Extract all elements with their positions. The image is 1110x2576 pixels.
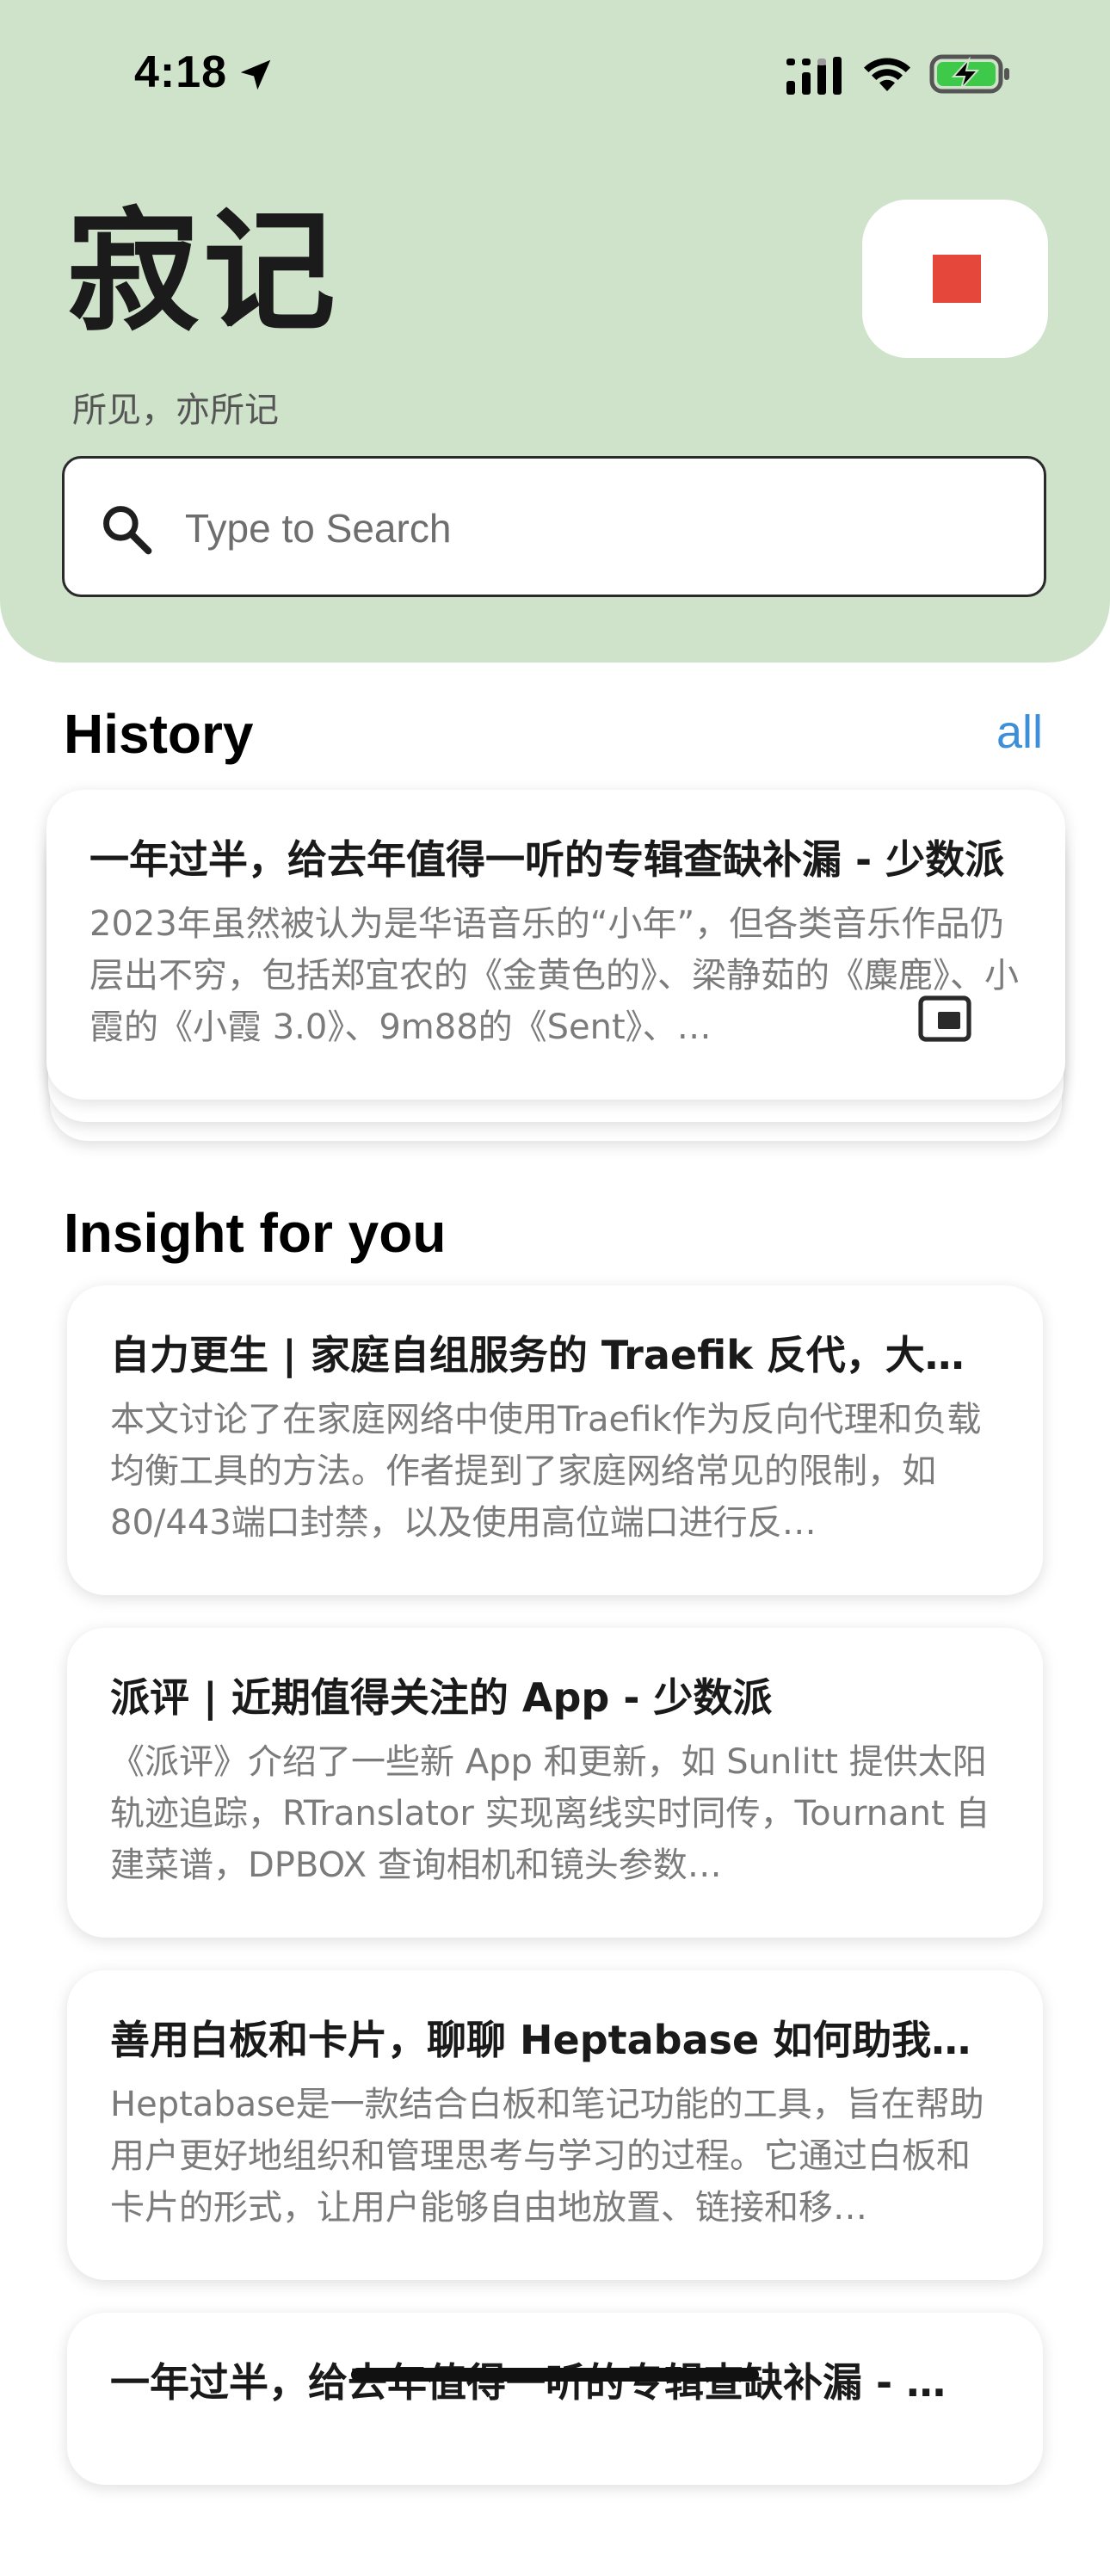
history-all-link[interactable]: all — [996, 706, 1043, 759]
history-card[interactable]: 一年过半，给去年值得一听的专辑查缺补漏 - 少数派 2023年虽然被认为是华语音… — [46, 790, 1065, 1100]
insight-card[interactable]: 派评 | 近期值得关注的 App - 少数派 《派评》介绍了一些新 App 和更… — [67, 1628, 1043, 1938]
battery-charging-icon — [929, 54, 1009, 94]
wifi-icon — [864, 58, 910, 91]
app-subtitle: 所见，亦所记 — [72, 391, 279, 430]
insight-card-title: 自力更生 | 家庭自组服务的 Traefik 反代，大… — [110, 1332, 965, 1378]
insight-card-title: 善用白板和卡片，聊聊 Heptabase 如何助我… — [110, 2017, 971, 2063]
insight-card-title: 一年过半，给去年值得一听的专辑查缺补漏 - … — [110, 2359, 947, 2406]
insight-card-title: 派评 | 近期值得关注的 App - 少数派 — [110, 1674, 773, 1721]
location-arrow-icon — [240, 59, 271, 90]
insight-card-summary: 《派评》介绍了一些新 App 和更新，如 Sunlitt 提供太阳轨迹追踪，RT… — [110, 1741, 990, 1885]
app-title: 寂记 — [67, 195, 340, 349]
header: 4:18 寂记 所见，亦所记 — [0, 0, 1110, 662]
search-icon — [103, 506, 152, 555]
insight-card-summary — [110, 2421, 998, 2576]
status-time: 4:18 — [134, 47, 228, 97]
cellular-signal-icon — [786, 57, 842, 95]
insight-card[interactable]: 善用白板和卡片，聊聊 Heptabase 如何助我… Heptabase是一款结… — [67, 1970, 1043, 2280]
insight-card[interactable]: 自力更生 | 家庭自组服务的 Traefik 反代，大… 本文讨论了在家庭网络中… — [67, 1285, 1043, 1595]
insight-card-summary: 本文讨论了在家庭网络中使用Traefik作为反向代理和负载均衡工具的方法。作者提… — [110, 1399, 982, 1543]
picture-in-picture-icon[interactable] — [917, 995, 972, 1043]
insight-card[interactable]: 一年过半，给去年值得一听的专辑查缺补漏 - … — [67, 2313, 1043, 2485]
insight-card-summary: Heptabase是一款结合白板和笔记功能的工具，旨在帮助用户更好地组织和管理思… — [110, 2084, 984, 2228]
history-card-title: 一年过半，给去年值得一听的专辑查缺补漏 - 少数派 — [89, 836, 1005, 883]
record-stop-button[interactable] — [862, 200, 1048, 358]
history-section-title: History — [64, 703, 254, 765]
stop-icon — [933, 255, 981, 303]
history-card-summary: 2023年虽然被认为是华语音乐的“小年”，但各类音乐作品仍层出不穷，包括郑宜农的… — [89, 903, 1019, 1047]
insight-section-title: Insight for you — [64, 1202, 447, 1264]
search-input[interactable] — [185, 490, 1011, 567]
home-indicator — [351, 2368, 759, 2382]
status-bar: 4:18 — [0, 0, 1110, 129]
search-box[interactable] — [62, 456, 1046, 597]
